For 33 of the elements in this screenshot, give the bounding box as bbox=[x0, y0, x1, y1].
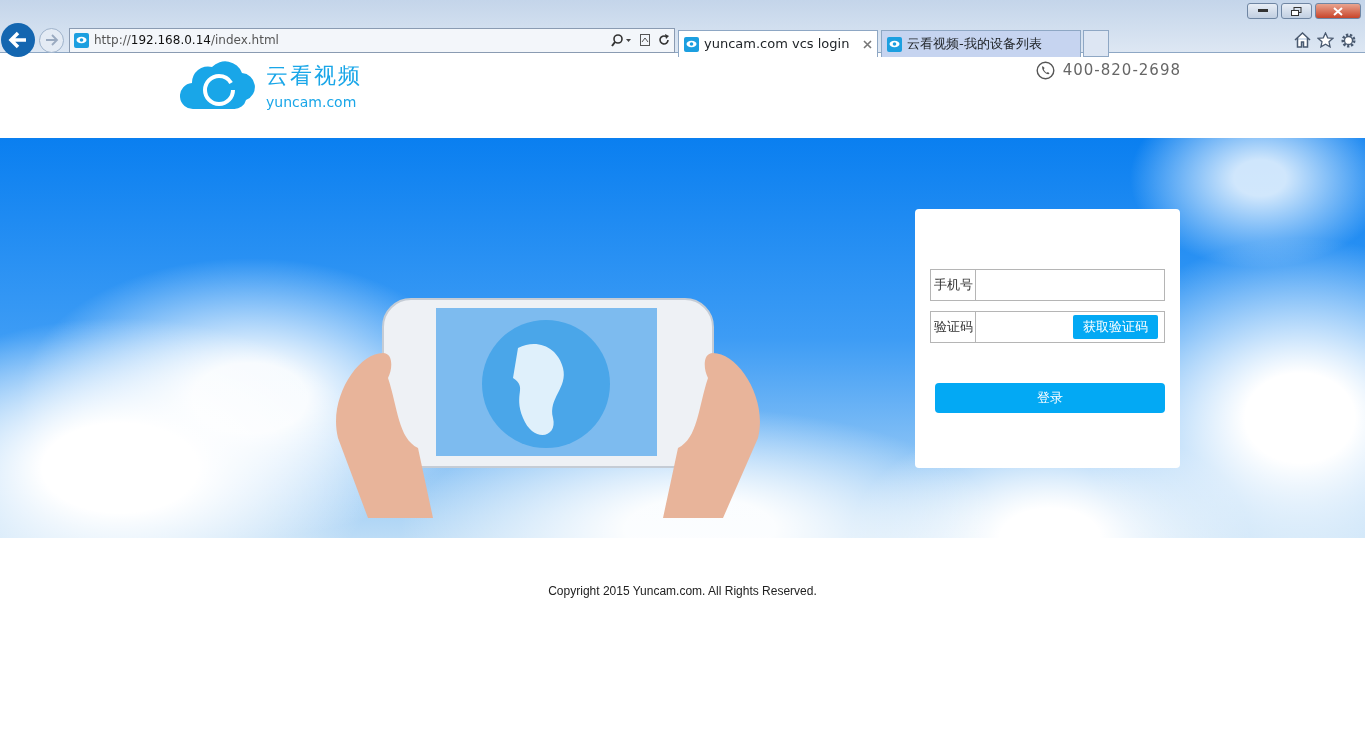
phone-icon bbox=[1035, 60, 1055, 80]
minimize-button[interactable] bbox=[1247, 3, 1278, 19]
eye-icon bbox=[887, 36, 902, 52]
close-tab-icon[interactable] bbox=[863, 39, 872, 49]
home-icon[interactable] bbox=[1294, 31, 1311, 48]
settings-icon[interactable] bbox=[1340, 31, 1357, 49]
logo-title: 云看视频 bbox=[266, 65, 362, 87]
eye-icon bbox=[74, 32, 89, 48]
back-button[interactable] bbox=[1, 23, 35, 57]
refresh-icon[interactable] bbox=[658, 33, 670, 47]
close-icon bbox=[1333, 6, 1343, 16]
close-button[interactable] bbox=[1315, 3, 1361, 19]
restore-button[interactable] bbox=[1281, 3, 1312, 19]
tab-label: 云看视频-我的设备列表 bbox=[907, 35, 1042, 54]
star-icon[interactable] bbox=[1317, 31, 1334, 48]
browser-tab[interactable]: yuncam.com vcs login bbox=[678, 30, 878, 57]
eye-icon bbox=[684, 36, 699, 52]
address-bar[interactable]: http://192.168.0.14/index.html bbox=[69, 27, 675, 53]
compatibility-icon[interactable] bbox=[640, 34, 650, 46]
logo-subtitle: yuncam.com bbox=[266, 95, 358, 109]
tab-label: yuncam.com vcs login bbox=[704, 35, 850, 54]
search-icon[interactable] bbox=[610, 33, 632, 47]
forward-arrow-icon bbox=[44, 34, 59, 46]
copyright-text: Copyright 2015 Yuncam.com. All Rights Reserved. bbox=[548, 584, 817, 598]
url-text: http://192.168.0.14/index.html bbox=[94, 32, 279, 49]
minimize-icon bbox=[1257, 9, 1268, 13]
phone-input-field[interactable] bbox=[976, 269, 1165, 301]
restore-icon bbox=[1291, 6, 1302, 16]
field-label: 验证码 bbox=[930, 311, 976, 343]
phone-number: 400-820-2698 bbox=[1062, 60, 1181, 81]
field-label: 手机号 bbox=[930, 269, 976, 301]
back-arrow-icon bbox=[8, 31, 28, 49]
browser-tab[interactable]: 云看视频-我的设备列表 bbox=[881, 30, 1081, 57]
